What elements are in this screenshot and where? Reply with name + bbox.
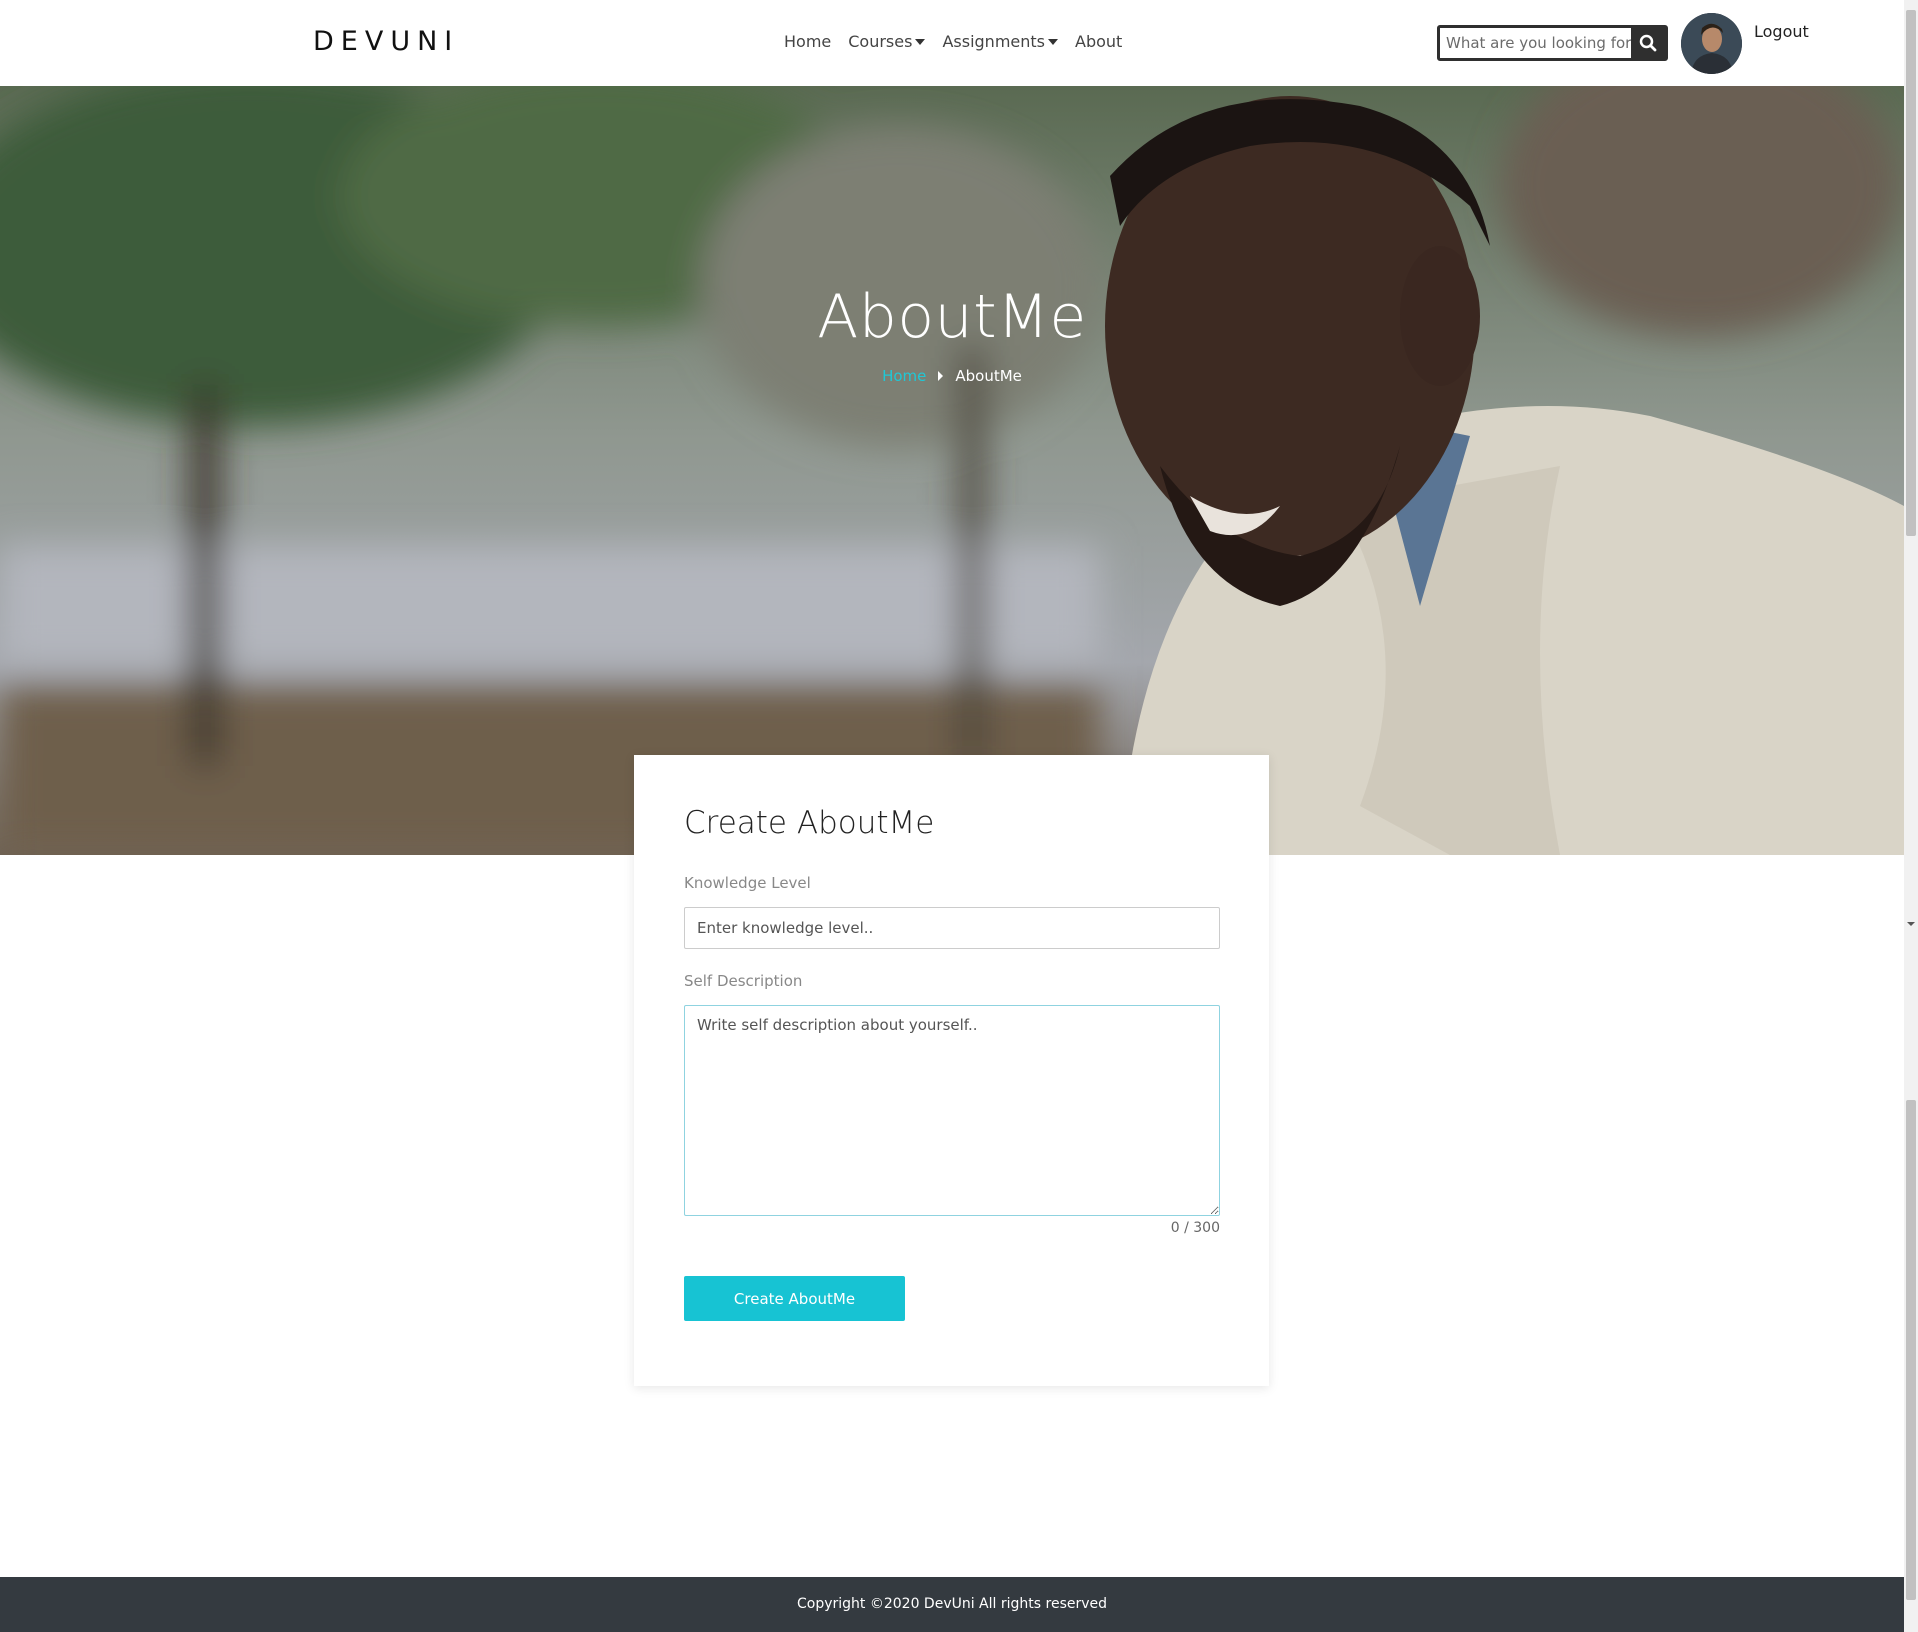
- nav-courses-label: Courses: [848, 32, 913, 51]
- create-aboutme-card: Create AboutMe Knowledge Level Self Desc…: [634, 755, 1269, 1386]
- page-scrollbar[interactable]: [1904, 0, 1918, 1632]
- nav-home[interactable]: Home: [784, 32, 831, 51]
- form-title: Create AboutMe: [684, 805, 935, 841]
- breadcrumb: Home AboutMe: [0, 367, 1904, 385]
- hero-banner: AboutMe Home AboutMe: [0, 86, 1904, 855]
- nav-about-label: About: [1075, 32, 1123, 51]
- scroll-down-arrow-icon[interactable]: [1907, 922, 1915, 926]
- search-form: [1437, 25, 1668, 61]
- copyright-text: Copyright ©2020 DevUni All rights reserv…: [796, 1596, 1108, 1612]
- scrollbar-thumb-lower[interactable]: [1906, 1100, 1916, 1600]
- self-description-textarea[interactable]: [684, 1005, 1220, 1216]
- caret-down-icon: [915, 38, 926, 45]
- self-description-label: Self Description: [684, 972, 803, 990]
- chevron-right-icon: [938, 371, 944, 381]
- create-aboutme-button[interactable]: Create AboutMe: [684, 1276, 905, 1321]
- search-button[interactable]: [1631, 28, 1665, 58]
- nav-home-label: Home: [784, 32, 832, 51]
- user-avatar[interactable]: [1681, 13, 1742, 74]
- search-input[interactable]: [1440, 28, 1631, 58]
- brand-logo[interactable]: DEVUNI: [313, 26, 459, 57]
- knowledge-level-label: Knowledge Level: [684, 874, 811, 892]
- nav-about[interactable]: About: [1075, 32, 1122, 51]
- nav-assignments-dropdown[interactable]: Assignments: [942, 32, 1058, 51]
- top-navbar: DEVUNI Home Courses Assignments About Lo…: [0, 0, 1904, 86]
- main-nav: Home Courses Assignments About: [784, 32, 1139, 51]
- footer: Copyright ©2020 DevUni All rights reserv…: [0, 1577, 1904, 1632]
- breadcrumb-home-link[interactable]: Home: [882, 367, 926, 385]
- search-icon: [1639, 34, 1657, 52]
- avatar-image: [1681, 13, 1742, 74]
- logout-link[interactable]: Logout: [1754, 22, 1809, 41]
- character-counter: 0 / 300: [1170, 1220, 1220, 1236]
- caret-down-icon: [1048, 38, 1058, 45]
- scrollbar-thumb[interactable]: [1906, 10, 1916, 536]
- hero-background-image: [0, 86, 1904, 855]
- nav-courses-dropdown[interactable]: Courses: [848, 32, 926, 51]
- knowledge-level-input[interactable]: [684, 907, 1220, 949]
- breadcrumb-current: AboutMe: [955, 367, 1022, 385]
- nav-assignments-label: Assignments: [942, 32, 1045, 51]
- page-title: AboutMe: [817, 282, 1087, 352]
